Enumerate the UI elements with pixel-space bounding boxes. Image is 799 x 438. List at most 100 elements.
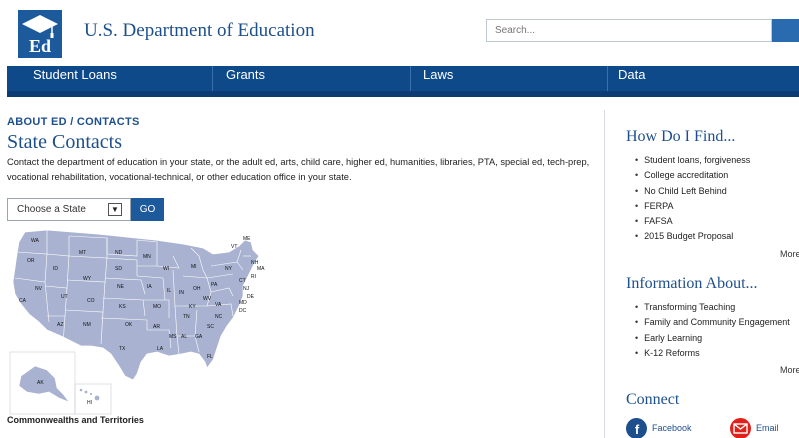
state-label-wi: WI: [163, 266, 169, 272]
state-label-tn: TN: [183, 314, 190, 320]
facebook-icon[interactable]: f: [626, 418, 647, 438]
nav-laws[interactable]: Laws: [417, 66, 597, 91]
state-label-ak: AK: [37, 380, 44, 386]
list-item[interactable]: Transforming Teaching: [635, 300, 799, 315]
information-about-list: Transforming Teaching Family and Communi…: [635, 300, 799, 361]
state-label-va: VA: [215, 302, 222, 308]
state-label-ne: NE: [117, 284, 125, 290]
site-title[interactable]: U.S. Department of Education: [84, 20, 315, 42]
state-label-mo: MO: [153, 304, 161, 310]
state-label-il: IL: [167, 288, 171, 294]
state-label-me: ME: [243, 236, 251, 242]
state-label-fl: FL: [207, 354, 213, 360]
more-link[interactable]: More: [780, 249, 799, 259]
state-label-oh: OH: [193, 286, 201, 292]
state-label-ia: IA: [147, 284, 152, 290]
state-label-in: IN: [179, 290, 184, 296]
state-label-pa: PA: [211, 282, 218, 288]
nav-student-loans[interactable]: Student Loans: [27, 66, 207, 91]
state-label-hi: HI: [87, 400, 92, 406]
state-label-nv: NV: [35, 286, 43, 292]
state-label-de: DE: [247, 294, 255, 300]
state-label-nc: NC: [215, 314, 223, 320]
list-item[interactable]: K-12 Reforms: [635, 346, 799, 361]
list-item[interactable]: Family and Community Engagement: [635, 315, 799, 330]
sidebar-divider: [604, 110, 605, 438]
hawaii-inset-box: [74, 383, 112, 415]
list-item[interactable]: College accreditation: [635, 168, 799, 183]
state-label-sd: SD: [115, 266, 122, 272]
list-item[interactable]: Student loans, forgiveness: [635, 153, 799, 168]
state-select[interactable]: Choose a State ▼: [7, 198, 131, 221]
email-icon[interactable]: [730, 418, 751, 438]
state-label-vt: VT: [231, 244, 237, 250]
state-label-or: OR: [27, 258, 35, 264]
email-label[interactable]: Email: [756, 423, 779, 433]
state-label-dc: DC: [239, 308, 247, 314]
state-label-al: AL: [181, 334, 187, 340]
state-label-nd: ND: [115, 250, 123, 256]
state-label-id: ID: [53, 266, 58, 272]
state-label-wy: WY: [83, 276, 92, 282]
state-label-mn: MN: [143, 254, 151, 260]
state-label-mt: MT: [79, 250, 86, 256]
state-label-ri: RI: [251, 274, 256, 280]
state-label-la: LA: [157, 346, 164, 352]
list-item[interactable]: Early Learning: [635, 331, 799, 346]
facebook-label[interactable]: Facebook: [652, 423, 692, 433]
search-button[interactable]: [772, 19, 799, 42]
state-label-nj: NJ: [243, 286, 250, 292]
facebook-link[interactable]: f Facebook: [626, 418, 716, 438]
more-link[interactable]: More: [780, 365, 799, 375]
site-header: Ed U.S. Department of Education: [0, 0, 799, 66]
state-label-ut: UT: [61, 294, 68, 300]
information-about-heading: Information About...: [626, 275, 758, 292]
state-label-ct: CT: [239, 278, 246, 284]
state-label-ma: MA: [257, 266, 265, 272]
connect-heading: Connect: [626, 391, 680, 408]
email-link[interactable]: Email: [730, 418, 799, 438]
chevron-down-icon[interactable]: ▼: [108, 203, 122, 216]
state-label-md: MD: [239, 300, 247, 306]
nav-divider: [410, 66, 411, 91]
how-do-i-find-list: Student loans, forgiveness College accre…: [635, 153, 799, 245]
state-label-nm: NM: [83, 322, 91, 328]
state-label-ga: GA: [195, 334, 203, 340]
ed-logo[interactable]: Ed: [18, 10, 62, 58]
state-select-value: Choose a State: [17, 204, 86, 215]
alaska-shape[interactable]: [18, 365, 70, 403]
state-label-sc: SC: [207, 324, 214, 330]
list-item[interactable]: No Child Left Behind: [635, 184, 799, 199]
list-item[interactable]: FAFSA: [635, 214, 799, 229]
go-button[interactable]: GO: [131, 198, 164, 221]
us-state-map[interactable]: WA OR CA NV ID MT WY UT AZ CO NM ND SD N…: [7, 226, 282, 422]
state-label-tx: TX: [119, 346, 126, 352]
list-item[interactable]: 2015 Budget Proposal: [635, 229, 799, 244]
state-label-ca: CA: [19, 298, 27, 304]
intro-text: Contact the department of education in y…: [7, 157, 590, 182]
search-input[interactable]: [486, 19, 772, 42]
hawaii-shape[interactable]: [79, 388, 100, 401]
state-label-ok: OK: [125, 322, 133, 328]
logo-text: Ed: [29, 36, 51, 56]
state-label-ar: AR: [153, 324, 160, 330]
how-do-i-find-heading: How Do I Find...: [626, 128, 736, 145]
state-label-wv: WV: [203, 296, 212, 302]
state-label-ky: KY: [189, 304, 196, 310]
nav-grants[interactable]: Grants: [220, 66, 400, 91]
state-label-ms: MS: [169, 334, 177, 340]
nav-divider: [212, 66, 213, 91]
state-label-wa: WA: [31, 238, 40, 244]
page-title: State Contacts: [7, 131, 122, 153]
breadcrumb[interactable]: ABOUT ED / CONTACTS: [7, 116, 140, 128]
nav-data[interactable]: Data: [612, 66, 792, 91]
state-label-az: AZ: [57, 322, 63, 328]
list-item[interactable]: FERPA: [635, 199, 799, 214]
main-nav: Student Loans Grants Laws Data: [7, 66, 799, 97]
state-label-mi: MI: [191, 264, 197, 270]
state-label-ks: KS: [119, 304, 126, 310]
territories-heading: Commonwealths and Territories: [7, 415, 144, 425]
state-label-co: CO: [87, 298, 95, 304]
state-label-ny: NY: [225, 266, 233, 272]
svg-text:f: f: [635, 422, 640, 437]
